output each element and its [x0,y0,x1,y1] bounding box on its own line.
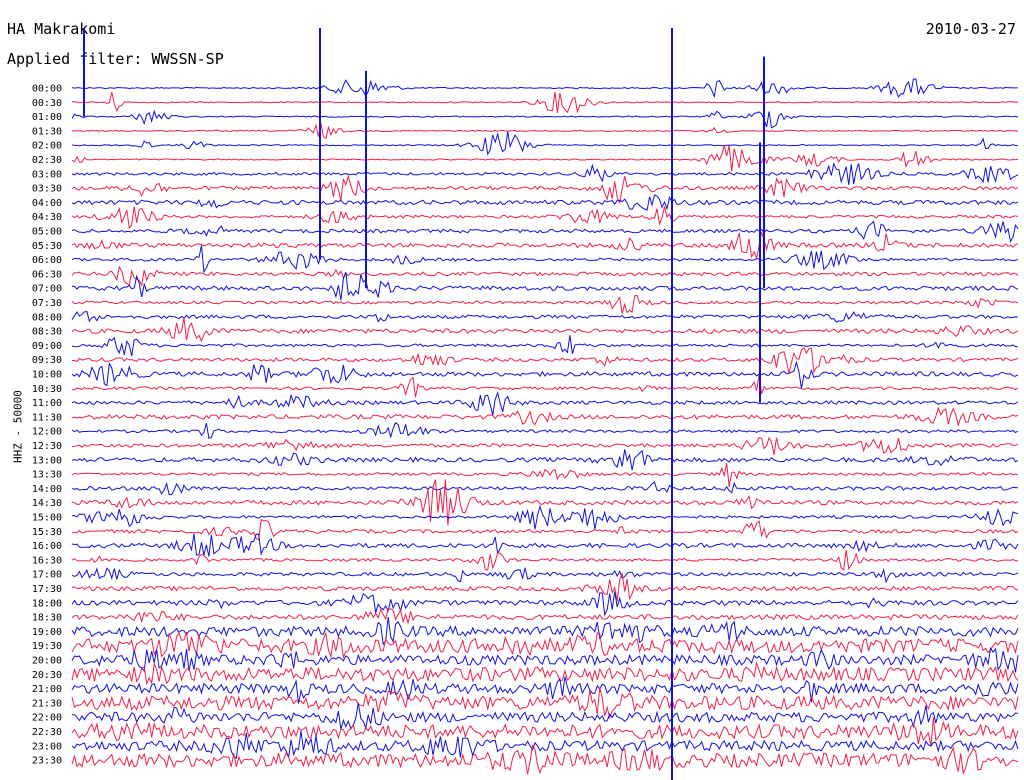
row-time-label: 17:00 [32,570,62,581]
trace-row [71,518,1019,541]
trace-row [71,608,1019,624]
trace-row [71,294,1019,314]
row-time-label: 17:30 [32,584,62,595]
trace-row [71,265,1019,287]
trace-row [71,591,1019,617]
trace-row [71,567,1019,584]
row-time-label: 10:30 [32,384,62,395]
row-time-label: 21:00 [32,684,62,695]
trace-row [71,231,1019,260]
row-time-label: 13:00 [32,455,62,466]
row-time-label: 04:30 [32,212,62,223]
row-time-label: 18:30 [32,613,62,624]
seismogram-plot: 00:00 00:30 01:00 01:30 02:00 02:30 03:00 03:30… [32,28,1019,780]
trace-row [71,631,1019,660]
row-time-label: 23:00 [32,741,62,752]
row-time-label: 00:30 [32,98,62,109]
trace-row [71,533,1019,557]
trace-row [72,346,1019,374]
trace-row [71,311,1019,323]
row-time-label: 11:30 [32,412,62,423]
row-time-label: 03:30 [32,184,62,195]
row-time-label: 10:00 [32,370,62,381]
row-time-label: 00:00 [32,84,62,95]
row-time-label: 11:00 [32,398,62,409]
trace-row [71,449,1019,471]
trace-row [71,360,1019,389]
row-time-label: 02:30 [32,155,62,166]
row-time-label: 02:00 [32,141,62,152]
row-time-label: 19:30 [32,641,62,652]
row-time-label: 05:30 [32,241,62,252]
row-time-label: 03:00 [32,169,62,180]
row-time-label: 18:00 [32,598,62,609]
trace-row [71,145,1019,172]
trace-row [71,131,1019,156]
row-time-label: 16:30 [32,555,62,566]
trace-row [71,406,1019,427]
row-time-label: 20:30 [32,670,62,681]
row-time-label: 07:30 [32,298,62,309]
trace-row [71,109,1019,129]
row-time-label: 20:00 [32,656,62,667]
row-time-label: 19:00 [32,627,62,638]
row-time-label: 14:30 [32,498,62,509]
trace-row [71,730,1019,760]
trace-row [71,391,1019,416]
row-time-label: 12:30 [32,441,62,452]
trace-row [71,271,1019,301]
row-time-label: 22:30 [32,727,62,738]
row-time-label: 08:00 [32,312,62,323]
trace-row [71,481,1019,496]
trace-row [71,78,1018,99]
trace-row [71,317,1019,343]
trace-row [71,194,1019,211]
row-time-label: 01:30 [32,126,62,137]
trace-row [71,123,1019,140]
row-time-label: 13:30 [32,470,62,481]
trace-row [71,206,1019,230]
row-time-label: 09:00 [32,341,62,352]
trace-row [71,436,1019,455]
trace-row [71,220,1019,243]
trace-row [71,687,1019,720]
row-time-label: 09:30 [32,355,62,366]
row-time-label: 04:00 [32,198,62,209]
row-time-label: 21:30 [32,698,62,709]
row-time-label: 22:00 [32,713,62,724]
trace-row [71,162,1019,185]
row-time-label: 23:30 [32,756,62,767]
trace-row [71,676,1019,704]
row-time-label: 16:00 [32,541,62,552]
row-time-label: 06:30 [32,269,62,280]
trace-row [71,374,1019,398]
row-time-label: 07:00 [32,284,62,295]
trace-row [71,646,1019,673]
trace-row [71,504,1019,530]
row-time-label: 14:00 [32,484,62,495]
trace-row [71,174,1019,205]
row-time-label: 15:30 [32,527,62,538]
trace-row [71,717,1019,747]
row-time-label: 12:00 [32,427,62,438]
trace-row [71,335,1019,357]
row-time-label: 01:00 [32,112,62,123]
trace-row [71,422,1019,440]
trace-row [71,91,1019,114]
trace-row [71,463,1019,487]
trace-row [71,661,1019,686]
row-time-label: 08:30 [32,327,62,338]
row-time-label: 05:00 [32,227,62,238]
row-time-label: 15:00 [32,513,62,524]
row-time-label: 06:00 [32,255,62,266]
